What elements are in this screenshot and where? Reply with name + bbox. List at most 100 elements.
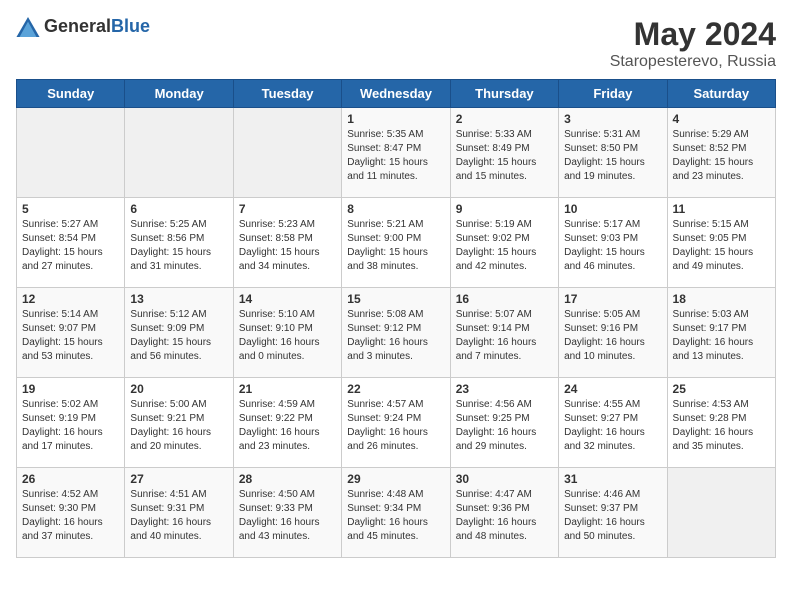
logo: GeneralBlue	[16, 16, 150, 37]
day-info: Sunrise: 4:47 AM Sunset: 9:36 PM Dayligh…	[456, 488, 553, 544]
day-number: 9	[456, 202, 553, 216]
calendar-day-cell: 9 Sunrise: 5:19 AM Sunset: 9:02 PM Daylig…	[450, 198, 558, 288]
day-number: 1	[347, 112, 444, 126]
day-number: 17	[564, 292, 661, 306]
calendar-day-cell: 11Sunrise: 5:15 AM Sunset: 9:05 PM Dayli…	[667, 198, 775, 288]
calendar-day-cell: 3 Sunrise: 5:31 AM Sunset: 8:50 PM Daylig…	[559, 108, 667, 198]
day-info: Sunrise: 4:55 AM Sunset: 9:27 PM Dayligh…	[564, 398, 661, 454]
weekday-header: Tuesday	[233, 80, 341, 108]
day-number: 21	[239, 382, 336, 396]
calendar-day-cell: 13Sunrise: 5:12 AM Sunset: 9:09 PM Dayli…	[125, 288, 233, 378]
calendar-day-cell: 10 Sunrise: 5:17 AM Sunset: 9:03 PM Dayli…	[559, 198, 667, 288]
day-number: 12	[22, 292, 119, 306]
day-info: Sunrise: 5:14 AM Sunset: 9:07 PM Dayligh…	[22, 308, 119, 364]
day-info: Sunrise: 5:31 AM Sunset: 8:50 PM Dayligh…	[564, 128, 661, 184]
calendar-day-cell: 26 Sunrise: 4:52 AM Sunset: 9:30 PM Dayli…	[17, 468, 125, 558]
day-info: Sunrise: 5:35 AM Sunset: 8:47 PM Dayligh…	[347, 128, 444, 184]
calendar-day-cell: 17 Sunrise: 5:05 AM Sunset: 9:16 PM Dayli…	[559, 288, 667, 378]
day-info: Sunrise: 5:15 AM Sunset: 9:05 PM Dayligh…	[673, 218, 770, 274]
subtitle: Staropesterevo, Russia	[610, 53, 776, 71]
day-info: Sunrise: 5:17 AM Sunset: 9:03 PM Dayligh…	[564, 218, 661, 274]
title-block: May 2024 Staropesterevo, Russia	[610, 16, 776, 71]
calendar-day-cell: 22Sunrise: 4:57 AM Sunset: 9:24 PM Dayli…	[342, 378, 450, 468]
day-number: 30	[456, 472, 553, 486]
calendar-day-cell: 21 Sunrise: 4:59 AM Sunset: 9:22 PM Dayli…	[233, 378, 341, 468]
calendar-week-row: 19 Sunrise: 5:02 AM Sunset: 9:19 PM Dayli…	[17, 378, 776, 468]
calendar-day-cell	[125, 108, 233, 198]
day-info: Sunrise: 5:03 AM Sunset: 9:17 PM Dayligh…	[673, 308, 770, 364]
calendar-body: 1 Sunrise: 5:35 AM Sunset: 8:47 PM Daylig…	[17, 108, 776, 558]
day-number: 8	[347, 202, 444, 216]
day-number: 28	[239, 472, 336, 486]
day-number: 23	[456, 382, 553, 396]
calendar-day-cell: 30 Sunrise: 4:47 AM Sunset: 9:36 PM Dayli…	[450, 468, 558, 558]
day-number: 18	[673, 292, 770, 306]
day-info: Sunrise: 5:05 AM Sunset: 9:16 PM Dayligh…	[564, 308, 661, 364]
calendar-week-row: 5 Sunrise: 5:27 AM Sunset: 8:54 PM Daylig…	[17, 198, 776, 288]
day-number: 29	[347, 472, 444, 486]
day-info: Sunrise: 5:10 AM Sunset: 9:10 PM Dayligh…	[239, 308, 336, 364]
day-number: 27	[130, 472, 227, 486]
day-info: Sunrise: 4:53 AM Sunset: 9:28 PM Dayligh…	[673, 398, 770, 454]
day-number: 31	[564, 472, 661, 486]
calendar-day-cell: 25 Sunrise: 4:53 AM Sunset: 9:28 PM Dayli…	[667, 378, 775, 468]
day-info: Sunrise: 5:08 AM Sunset: 9:12 PM Dayligh…	[347, 308, 444, 364]
day-number: 19	[22, 382, 119, 396]
calendar-day-cell: 18 Sunrise: 5:03 AM Sunset: 9:17 PM Dayli…	[667, 288, 775, 378]
day-number: 2	[456, 112, 553, 126]
day-info: Sunrise: 4:48 AM Sunset: 9:34 PM Dayligh…	[347, 488, 444, 544]
day-number: 14	[239, 292, 336, 306]
day-info: Sunrise: 5:27 AM Sunset: 8:54 PM Dayligh…	[22, 218, 119, 274]
day-info: Sunrise: 5:02 AM Sunset: 9:19 PM Dayligh…	[22, 398, 119, 454]
day-number: 6	[130, 202, 227, 216]
day-info: Sunrise: 4:59 AM Sunset: 9:22 PM Dayligh…	[239, 398, 336, 454]
day-info: Sunrise: 5:25 AM Sunset: 8:56 PM Dayligh…	[130, 218, 227, 274]
calendar-day-cell: 29 Sunrise: 4:48 AM Sunset: 9:34 PM Dayli…	[342, 468, 450, 558]
day-info: Sunrise: 4:52 AM Sunset: 9:30 PM Dayligh…	[22, 488, 119, 544]
main-title: May 2024	[610, 16, 776, 53]
calendar-day-cell	[233, 108, 341, 198]
day-number: 16	[456, 292, 553, 306]
day-number: 20	[130, 382, 227, 396]
calendar-day-cell: 31 Sunrise: 4:46 AM Sunset: 9:37 PM Dayli…	[559, 468, 667, 558]
calendar-day-cell	[17, 108, 125, 198]
day-info: Sunrise: 4:46 AM Sunset: 9:37 PM Dayligh…	[564, 488, 661, 544]
day-info: Sunrise: 4:57 AM Sunset: 9:24 PM Dayligh…	[347, 398, 444, 454]
calendar-week-row: 1 Sunrise: 5:35 AM Sunset: 8:47 PM Daylig…	[17, 108, 776, 198]
calendar-day-cell: 19 Sunrise: 5:02 AM Sunset: 9:19 PM Dayli…	[17, 378, 125, 468]
calendar-week-row: 12 Sunrise: 5:14 AM Sunset: 9:07 PM Dayli…	[17, 288, 776, 378]
day-info: Sunrise: 4:56 AM Sunset: 9:25 PM Dayligh…	[456, 398, 553, 454]
day-number: 24	[564, 382, 661, 396]
day-number: 26	[22, 472, 119, 486]
day-info: Sunrise: 5:21 AM Sunset: 9:00 PM Dayligh…	[347, 218, 444, 274]
calendar-day-cell: 5 Sunrise: 5:27 AM Sunset: 8:54 PM Daylig…	[17, 198, 125, 288]
logo-icon	[16, 17, 40, 37]
day-info: Sunrise: 5:33 AM Sunset: 8:49 PM Dayligh…	[456, 128, 553, 184]
weekday-row: SundayMondayTuesdayWednesdayThursdayFrid…	[17, 80, 776, 108]
calendar-day-cell: 7Sunrise: 5:23 AM Sunset: 8:58 PM Daylig…	[233, 198, 341, 288]
day-info: Sunrise: 4:50 AM Sunset: 9:33 PM Dayligh…	[239, 488, 336, 544]
calendar-table: SundayMondayTuesdayWednesdayThursdayFrid…	[16, 79, 776, 558]
calendar-day-cell: 24 Sunrise: 4:55 AM Sunset: 9:27 PM Dayli…	[559, 378, 667, 468]
day-number: 25	[673, 382, 770, 396]
calendar-day-cell: 27 Sunrise: 4:51 AM Sunset: 9:31 PM Dayli…	[125, 468, 233, 558]
weekday-header: Sunday	[17, 80, 125, 108]
day-number: 15	[347, 292, 444, 306]
calendar-day-cell: 20Sunrise: 5:00 AM Sunset: 9:21 PM Dayli…	[125, 378, 233, 468]
weekday-header: Wednesday	[342, 80, 450, 108]
day-info: Sunrise: 5:12 AM Sunset: 9:09 PM Dayligh…	[130, 308, 227, 364]
day-number: 10	[564, 202, 661, 216]
day-info: Sunrise: 5:23 AM Sunset: 8:58 PM Dayligh…	[239, 218, 336, 274]
calendar-header: SundayMondayTuesdayWednesdayThursdayFrid…	[17, 80, 776, 108]
calendar-day-cell: 16Sunrise: 5:07 AM Sunset: 9:14 PM Dayli…	[450, 288, 558, 378]
logo-general: General	[44, 16, 111, 36]
weekday-header: Monday	[125, 80, 233, 108]
calendar-day-cell: 2 Sunrise: 5:33 AM Sunset: 8:49 PM Daylig…	[450, 108, 558, 198]
calendar-day-cell: 1 Sunrise: 5:35 AM Sunset: 8:47 PM Daylig…	[342, 108, 450, 198]
day-info: Sunrise: 5:19 AM Sunset: 9:02 PM Dayligh…	[456, 218, 553, 274]
calendar-day-cell: 12 Sunrise: 5:14 AM Sunset: 9:07 PM Dayli…	[17, 288, 125, 378]
day-number: 5	[22, 202, 119, 216]
day-info: Sunrise: 4:51 AM Sunset: 9:31 PM Dayligh…	[130, 488, 227, 544]
day-number: 3	[564, 112, 661, 126]
weekday-header: Thursday	[450, 80, 558, 108]
